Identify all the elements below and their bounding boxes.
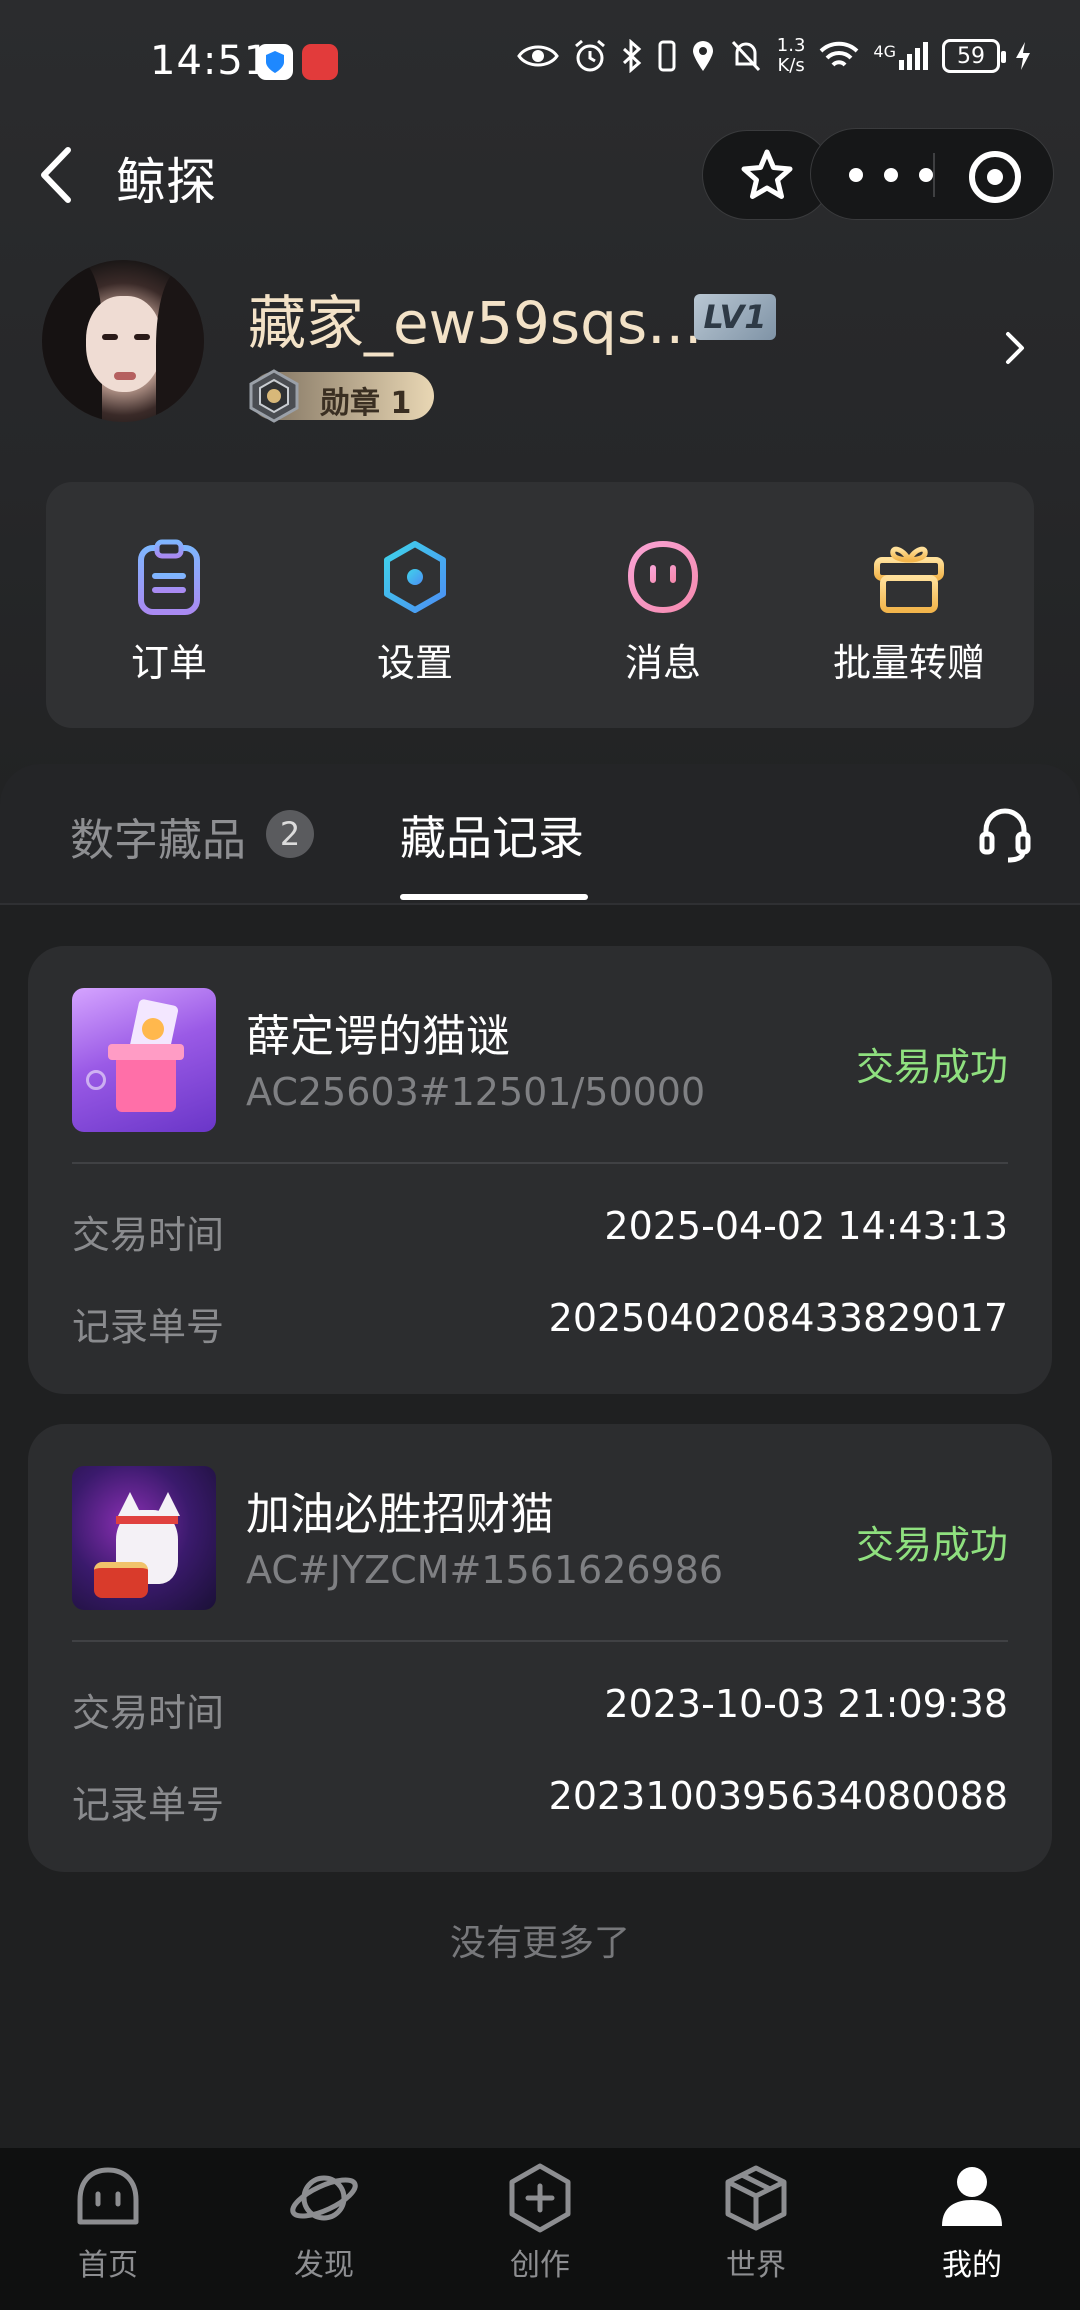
- tab-digital-collections[interactable]: 数字藏品: [70, 804, 246, 868]
- tabs-divider: [0, 903, 1080, 905]
- transaction-time-value: 2025-04-02 14:43:13: [604, 1204, 1008, 1248]
- record-card[interactable]: 加油必胜招财猫 AC#JYZCM#1561626986 交易成功 交易时间 20…: [28, 1424, 1052, 1872]
- settings-button[interactable]: 设置: [292, 538, 538, 687]
- chevron-left-icon: [41, 147, 71, 203]
- star-icon: [741, 149, 793, 199]
- orders-label: 订单: [130, 641, 207, 685]
- record-card[interactable]: 薛定谔的猫谜 AC25603#12501/50000 交易成功 交易时间 202…: [28, 946, 1052, 1394]
- capsule-divider: [933, 153, 935, 197]
- mini-program-capsule: [810, 128, 1054, 220]
- planet-icon: [290, 2175, 358, 2221]
- medal-icon: [249, 369, 299, 423]
- collections-count-badge: 2: [266, 810, 314, 858]
- orders-button[interactable]: 订单: [46, 538, 292, 687]
- nav-create-label: 创作: [510, 2248, 570, 2283]
- nav-profile-label: 我的: [942, 2248, 1002, 2283]
- transaction-time-value: 2023-10-03 21:09:38: [604, 1682, 1008, 1726]
- transaction-time-label: 交易时间: [72, 1213, 225, 1257]
- vibrate-icon: [658, 40, 676, 72]
- record-id-label: 记录单号: [72, 1783, 225, 1827]
- cube-icon: [725, 2165, 787, 2231]
- tab-collection-records[interactable]: 藏品记录: [400, 802, 584, 868]
- battery-indicator: 59: [942, 39, 1006, 73]
- collectible-thumbnail: [72, 1466, 216, 1610]
- batch-gift-label: 批量转赠: [832, 641, 985, 685]
- transaction-status: 交易成功: [855, 1523, 1008, 1567]
- network-speed: 1.3 K/s: [777, 36, 806, 76]
- transaction-status: 交易成功: [855, 1045, 1008, 1089]
- nav-discover[interactable]: 发现: [216, 2160, 432, 2284]
- status-time: 14:51: [150, 38, 271, 84]
- username[interactable]: 藏家_ew59sqs...: [248, 276, 703, 360]
- network-speed-unit: K/s: [777, 55, 805, 76]
- home-icon: [77, 2167, 139, 2225]
- batch-gift-button[interactable]: 批量转赠: [786, 538, 1032, 687]
- card-divider: [72, 1640, 1008, 1642]
- nav-create[interactable]: 创作: [432, 2160, 648, 2284]
- shield-app-icon: [257, 44, 293, 80]
- bluetooth-icon: [622, 39, 642, 73]
- network-type: 4G: [873, 42, 896, 61]
- headset-icon[interactable]: [976, 806, 1034, 864]
- messages-button[interactable]: 消息: [540, 538, 786, 687]
- transaction-time-label: 交易时间: [72, 1691, 225, 1735]
- nav-world[interactable]: 世界: [648, 2160, 864, 2284]
- profile-detail-button[interactable]: [1000, 326, 1030, 370]
- record-id-value: 2025040208433829017: [548, 1296, 1008, 1340]
- charging-icon: [1016, 42, 1030, 70]
- more-button[interactable]: [849, 159, 933, 191]
- nav-discover-label: 发现: [294, 2248, 354, 2283]
- signal-icon: 4G: [873, 42, 928, 70]
- eye-icon: [516, 45, 559, 67]
- profile-icon: [942, 2167, 1002, 2226]
- nav-home[interactable]: 首页: [0, 2160, 216, 2284]
- record-id-label: 记录单号: [72, 1305, 225, 1349]
- gift-icon: [874, 546, 944, 613]
- mute-icon: [731, 40, 760, 72]
- record-id-value: 2023100395634080088: [548, 1774, 1008, 1818]
- page-title: 鲸探: [116, 153, 216, 211]
- bottom-nav: 首页 发现 创作 世界 我的: [0, 2148, 1080, 2310]
- alarm-icon: [574, 39, 605, 72]
- chat-face-icon: [627, 540, 699, 614]
- nav-world-label: 世界: [726, 2248, 786, 2283]
- create-plus-icon: [509, 2163, 571, 2233]
- chevron-right-icon: [1006, 332, 1024, 364]
- quick-actions-card: 订单 设置 消息 批量转赠: [46, 482, 1034, 728]
- tabs-bar: 数字藏品 2 藏品记录: [0, 764, 1080, 904]
- close-miniprogram-button[interactable]: [969, 151, 1021, 203]
- nav-profile[interactable]: 我的: [864, 2160, 1080, 2284]
- settings-label: 设置: [376, 641, 453, 685]
- collectible-name: 加油必胜招财猫: [246, 1489, 554, 1540]
- status-bar: 14:51 1.3 K/s 4G 59: [0, 30, 1080, 96]
- clipboard-icon: [138, 539, 200, 615]
- avatar[interactable]: [42, 260, 204, 422]
- level-badge: LV1: [694, 294, 776, 340]
- hexagon-settings-icon: [384, 541, 446, 613]
- collectible-name: 薛定谔的猫谜: [246, 1011, 510, 1062]
- collectible-code: AC#JYZCM#1561626986: [246, 1548, 724, 1592]
- card-divider: [72, 1162, 1008, 1164]
- network-speed-value: 1.3: [776, 35, 806, 56]
- medal-label: 勋章 1: [320, 386, 412, 421]
- nav-home-label: 首页: [78, 2248, 138, 2283]
- collectible-code: AC25603#12501/50000: [246, 1070, 706, 1114]
- medal-badge[interactable]: 勋章 1: [249, 369, 434, 423]
- back-button[interactable]: [30, 140, 90, 210]
- wifi-icon: [820, 41, 859, 67]
- collectible-thumbnail: [72, 988, 216, 1132]
- location-icon: [692, 41, 713, 71]
- status-icons: 1.3 K/s 4G 59: [516, 36, 1032, 76]
- active-tab-indicator: [400, 894, 588, 900]
- messages-label: 消息: [624, 641, 701, 685]
- end-of-list-text: 没有更多了: [449, 1923, 630, 1964]
- store-app-icon: [302, 44, 338, 80]
